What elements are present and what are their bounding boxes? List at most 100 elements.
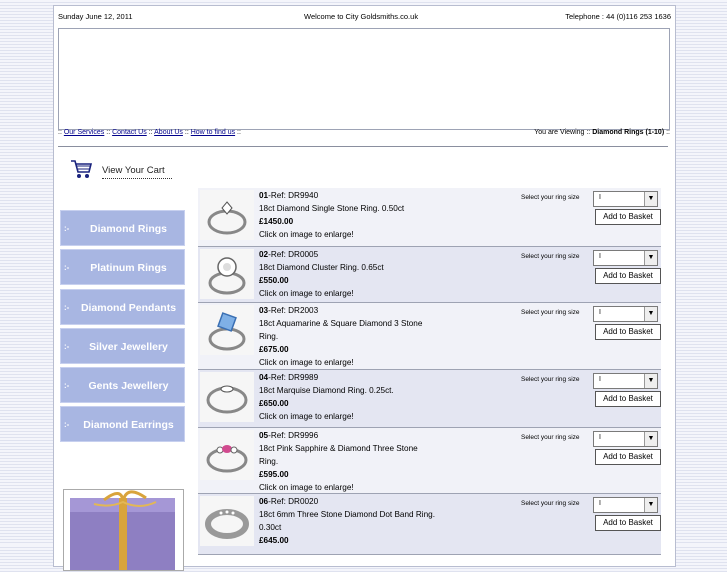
ring-size-label: Select your ring size: [521, 194, 580, 201]
product-ref: -Ref: DR2003: [268, 306, 319, 315]
category-label: Diamond Earrings: [83, 419, 174, 431]
page-container: Sunday June 12, 2011 Welcome to City Gol…: [53, 5, 676, 571]
ring-size-value: I: [599, 309, 601, 316]
product-info: 01-Ref: DR9940 18ct Diamond Single Stone…: [259, 189, 439, 241]
product-name: 18ct Pink Sapphire & Diamond Three Stone…: [259, 444, 418, 466]
category-label: Platinum Rings: [90, 262, 167, 274]
category-bullet: :-: [64, 303, 70, 312]
product-price: £1450.00: [259, 217, 294, 226]
product-ref: -Ref: DR9996: [268, 431, 319, 440]
product-number: 05: [259, 431, 269, 440]
welcome-text: Welcome to City Goldsmiths.co.uk: [304, 12, 419, 21]
nav-link-about-us[interactable]: About Us: [154, 129, 183, 136]
divider: [58, 146, 668, 147]
product-info: 02-Ref: DR0005 18ct Diamond Cluster Ring…: [259, 248, 439, 300]
viewing-value: Diamond Rings (1-10): [592, 129, 665, 136]
product-info: 03-Ref: DR2003 18ct Aquamarine & Square …: [259, 304, 439, 369]
add-to-basket-button[interactable]: Add to Basket: [595, 449, 661, 465]
product-row: 06-Ref: DR0020 18ct 6mm Three Stone Diam…: [198, 494, 661, 555]
chevron-down-icon: ▼: [644, 307, 657, 321]
product-thumbnail[interactable]: [200, 190, 254, 240]
category-diamond-rings[interactable]: :- Diamond Rings: [60, 210, 185, 246]
nav-link-contact-us[interactable]: Contact Us: [112, 129, 147, 136]
product-thumbnail[interactable]: [200, 249, 254, 299]
category-diamond-earrings[interactable]: :- Diamond Earrings: [60, 406, 185, 442]
viewing-prefix: You are Viewing ::: [534, 129, 591, 136]
chevron-down-icon: ▼: [644, 498, 657, 512]
shopping-cart-icon: [71, 160, 93, 178]
product-price: £645.00: [259, 536, 289, 545]
product-ref: -Ref: DR0020: [268, 497, 319, 506]
add-to-basket-button[interactable]: Add to Basket: [595, 515, 661, 531]
nav-separator: ::: [184, 129, 189, 136]
ring-size-select[interactable]: I ▼: [593, 497, 658, 513]
product-enlarge-hint: Click on image to enlarge!: [259, 412, 354, 421]
chevron-down-icon: ▼: [644, 192, 657, 206]
product-price: £675.00: [259, 345, 289, 354]
category-bullet: :-: [64, 342, 70, 351]
nav-bar: :: Our Services :: Contact Us :: About U…: [58, 129, 670, 139]
product-number: 06: [259, 497, 269, 506]
top-bar: Sunday June 12, 2011 Welcome to City Gol…: [54, 6, 675, 26]
product-thumbnail[interactable]: [200, 430, 254, 480]
ring-size-value: I: [599, 500, 601, 507]
viewing-indicator: You are Viewing :: Diamond Rings (1-10) …: [534, 129, 670, 136]
product-name: 18ct 6mm Three Stone Diamond Dot Band Ri…: [259, 510, 435, 532]
banner: [58, 28, 670, 130]
product-thumbnail[interactable]: [200, 305, 254, 355]
nav-separator: ::: [148, 129, 153, 136]
date-text: Sunday June 12, 2011: [58, 12, 133, 21]
product-row: 05-Ref: DR9996 18ct Pink Sapphire & Diam…: [198, 428, 661, 494]
ring-size-label: Select your ring size: [521, 376, 580, 383]
add-to-basket-button[interactable]: Add to Basket: [595, 209, 661, 225]
ring-size-select[interactable]: I ▼: [593, 373, 658, 389]
category-label: Diamond Pendants: [80, 302, 177, 314]
product-enlarge-hint: Click on image to enlarge!: [259, 289, 354, 298]
category-gents-jewellery[interactable]: :- Gents Jewellery: [60, 367, 185, 403]
telephone-text: Telephone : 44 (0)116 253 1636: [565, 12, 671, 21]
product-name: 18ct Diamond Single Stone Ring. 0.50ct: [259, 204, 405, 213]
category-bullet: :-: [64, 420, 70, 429]
nav-separator: ::: [58, 129, 62, 136]
ring-size-select[interactable]: I ▼: [593, 250, 658, 266]
nav-separator: ::: [666, 129, 670, 136]
product-row: 02-Ref: DR0005 18ct Diamond Cluster Ring…: [198, 247, 661, 303]
add-to-basket-button[interactable]: Add to Basket: [595, 391, 661, 407]
category-label: Gents Jewellery: [88, 380, 169, 392]
add-to-basket-button[interactable]: Add to Basket: [595, 324, 661, 340]
category-bullet: :-: [64, 224, 70, 233]
nav-link-how-to-find-us[interactable]: How to find us: [191, 129, 235, 136]
product-name: 18ct Aquamarine & Square Diamond 3 Stone…: [259, 319, 423, 341]
gift-box-image: [63, 489, 184, 571]
product-row: 03-Ref: DR2003 18ct Aquamarine & Square …: [198, 303, 661, 370]
ring-size-value: I: [599, 253, 601, 260]
product-enlarge-hint: Click on image to enlarge!: [259, 358, 354, 367]
product-ref: -Ref: DR9940: [268, 191, 319, 200]
product-number: 01: [259, 191, 269, 200]
category-label: Silver Jewellery: [89, 341, 168, 353]
ring-size-label: Select your ring size: [521, 500, 580, 507]
product-info: 04-Ref: DR9989 18ct Marquise Diamond Rin…: [259, 371, 439, 423]
category-diamond-pendants[interactable]: :- Diamond Pendants: [60, 289, 185, 325]
product-enlarge-hint: Click on image to enlarge!: [259, 230, 354, 239]
category-bullet: :-: [64, 381, 70, 390]
product-info: 06-Ref: DR0020 18ct 6mm Three Stone Diam…: [259, 495, 439, 547]
ring-size-select[interactable]: I ▼: [593, 306, 658, 322]
ring-size-select[interactable]: I ▼: [593, 191, 658, 207]
product-row: 04-Ref: DR9989 18ct Marquise Diamond Rin…: [198, 370, 661, 428]
product-thumbnail[interactable]: [200, 496, 254, 546]
product-thumbnail[interactable]: [200, 372, 254, 422]
view-cart-link[interactable]: View Your Cart: [70, 158, 174, 180]
ring-size-select[interactable]: I ▼: [593, 431, 658, 447]
nav-link-our-services[interactable]: Our Services: [64, 129, 104, 136]
product-enlarge-hint: Click on image to enlarge!: [259, 483, 354, 492]
nav-separator: ::: [237, 129, 241, 136]
product-name: 18ct Diamond Cluster Ring. 0.65ct: [259, 263, 384, 272]
product-price: £595.00: [259, 470, 289, 479]
add-to-basket-button[interactable]: Add to Basket: [595, 268, 661, 284]
nav-separator: ::: [106, 129, 111, 136]
category-platinum-rings[interactable]: :- Platinum Rings: [60, 249, 185, 285]
category-silver-jewellery[interactable]: :- Silver Jewellery: [60, 328, 185, 364]
product-info: 05-Ref: DR9996 18ct Pink Sapphire & Diam…: [259, 429, 439, 494]
category-label: Diamond Rings: [89, 223, 167, 235]
